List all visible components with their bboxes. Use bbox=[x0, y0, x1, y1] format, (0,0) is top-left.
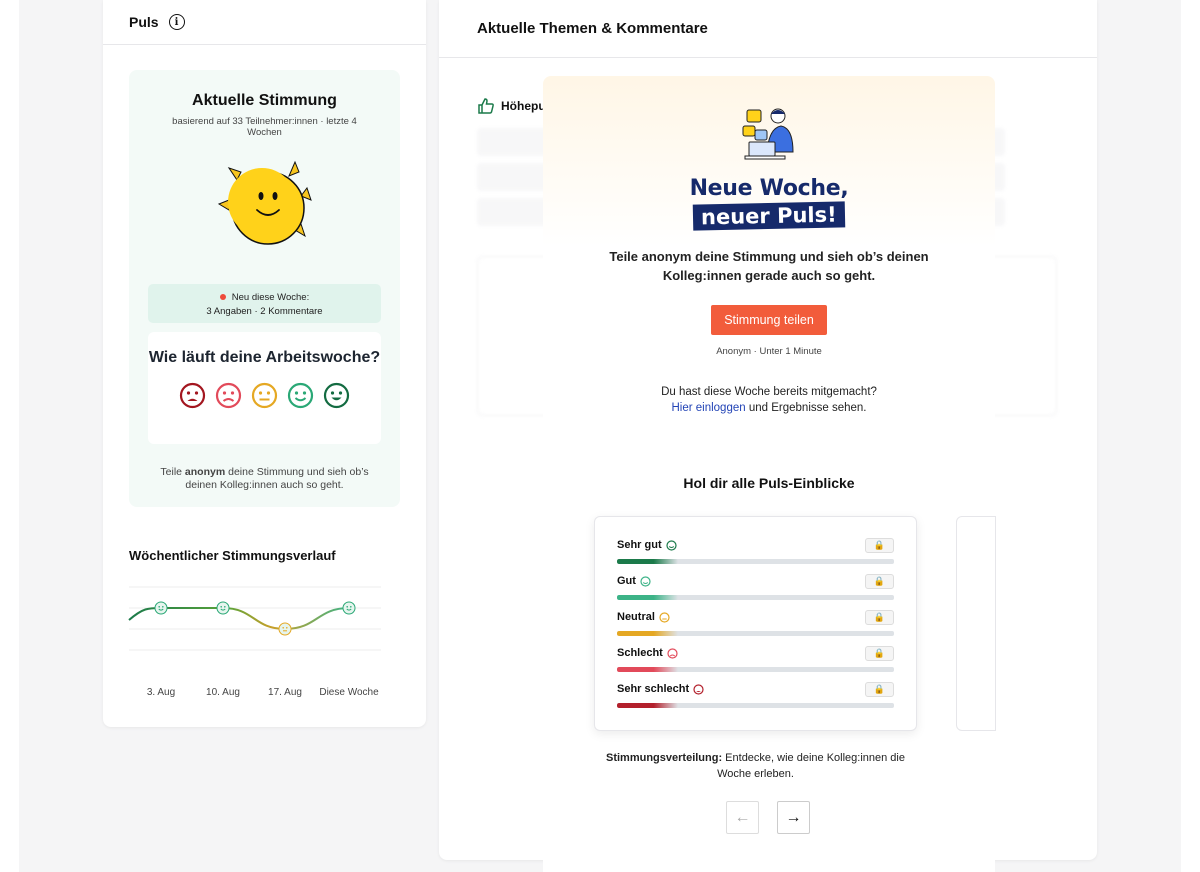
login-link[interactable]: Hier einloggen bbox=[671, 402, 745, 414]
next-card-peek bbox=[956, 516, 996, 731]
modal-text: Teile anonym deine Stimmung und sieh ob’… bbox=[609, 249, 929, 283]
distribution-caption: Stimmungsverteilung: Entdecke, wie deine… bbox=[606, 752, 905, 780]
next-slide-button[interactable]: → bbox=[777, 801, 810, 834]
puls-modal: Neue Woche, neuer Puls! Teile anonym dei… bbox=[543, 76, 996, 872]
new-detail: 3 Angaben · 2 Kommentare bbox=[206, 306, 323, 317]
insights-title: Hol dir alle Puls-Einblicke bbox=[683, 475, 855, 491]
dist-row-schlecht: Schlecht 🔒 bbox=[617, 637, 894, 673]
good-face-icon[interactable] bbox=[287, 382, 314, 409]
very-bad-face-icon[interactable] bbox=[179, 382, 206, 409]
good-face-icon bbox=[640, 575, 651, 587]
headline-line-2: neuer Puls! bbox=[692, 201, 846, 231]
dist-row-gut: Gut 🔒 bbox=[617, 565, 894, 601]
mood-point bbox=[216, 601, 230, 615]
very-bad-face-icon bbox=[693, 683, 704, 695]
week-tick-label: 10. Aug bbox=[206, 687, 240, 698]
lock-icon: 🔒 bbox=[865, 538, 894, 553]
week-tick-label: Diese Woche bbox=[319, 687, 379, 698]
mood-point bbox=[278, 622, 292, 636]
dist-row-neutral: Neutral 🔒 bbox=[617, 601, 894, 637]
share-hint: Teile anonym deine Stimmung und sieh ob’… bbox=[160, 466, 369, 491]
puls-header: Puls i bbox=[103, 0, 426, 45]
week-tick-label: 3. Aug bbox=[147, 687, 175, 698]
current-mood-panel: Aktuelle Stimmung basierend auf 33 Teiln… bbox=[129, 70, 400, 507]
topics-title: Aktuelle Themen & Kommentare bbox=[477, 20, 708, 37]
question-box: Wie läuft deine Arbeitswoche? bbox=[148, 332, 381, 444]
dist-row-sehr-schlecht: Sehr schlecht 🔒 bbox=[617, 673, 894, 709]
mood-subtitle: basierend auf 33 Teilnehmer:innen · letz… bbox=[172, 116, 357, 138]
highlights-heading: Höhepu bbox=[477, 97, 546, 115]
mood-point bbox=[154, 601, 168, 615]
prev-slide-button[interactable]: ← bbox=[726, 801, 759, 834]
weekly-chart-title: Wöchentlicher Stimmungsverlauf bbox=[129, 548, 336, 563]
topics-header: Aktuelle Themen & Kommentare bbox=[439, 0, 1097, 58]
mood-title: Aktuelle Stimmung bbox=[192, 92, 337, 109]
new-this-week-box: Neu diese Woche: 3 Angaben · 2 Kommentar… bbox=[148, 284, 381, 323]
share-mood-button[interactable]: Stimmung teilen bbox=[711, 305, 827, 335]
dist-row-sehr-gut: Sehr gut 🔒 bbox=[617, 529, 894, 565]
lock-icon: 🔒 bbox=[865, 646, 894, 661]
mood-faces bbox=[148, 382, 381, 409]
weekly-mood-chart: 3. Aug 10. Aug 17. Aug Diese Woche bbox=[128, 586, 381, 698]
sun-smiley-icon bbox=[217, 160, 312, 245]
puls-card: Puls i Aktuelle Stimmung basierend auf 3… bbox=[103, 0, 426, 727]
thumbs-up-icon bbox=[478, 98, 494, 114]
bad-face-icon bbox=[667, 647, 678, 659]
neutral-face-icon bbox=[659, 611, 670, 623]
puls-title: Puls bbox=[129, 14, 159, 30]
very-good-face-icon bbox=[666, 539, 677, 551]
mood-point bbox=[342, 601, 356, 615]
info-icon[interactable]: i bbox=[168, 14, 185, 30]
lock-icon: 🔒 bbox=[865, 610, 894, 625]
headline-line-1: Neue Woche, bbox=[689, 176, 849, 201]
red-dot-icon bbox=[219, 294, 226, 300]
lock-icon: 🔒 bbox=[865, 682, 894, 697]
week-tick-label: 17. Aug bbox=[268, 687, 302, 698]
very-good-face-icon[interactable] bbox=[323, 382, 350, 409]
new-title: Neu diese Woche: bbox=[231, 292, 310, 303]
distribution-card: Sehr gut 🔒 Gut 🔒 Neutral 🔒 Schlecht 🔒 Se… bbox=[594, 516, 917, 731]
neutral-face-icon[interactable] bbox=[251, 382, 278, 409]
bad-face-icon[interactable] bbox=[215, 382, 242, 409]
lock-icon: 🔒 bbox=[865, 574, 894, 589]
anon-note: Anonym · Unter 1 Minute bbox=[716, 346, 822, 357]
already-participated: Du hast diese Woche bereits mitgemacht? … bbox=[661, 386, 877, 414]
question-title: Wie läuft deine Arbeitswoche? bbox=[148, 349, 381, 366]
person-laptop-illustration bbox=[742, 108, 794, 160]
